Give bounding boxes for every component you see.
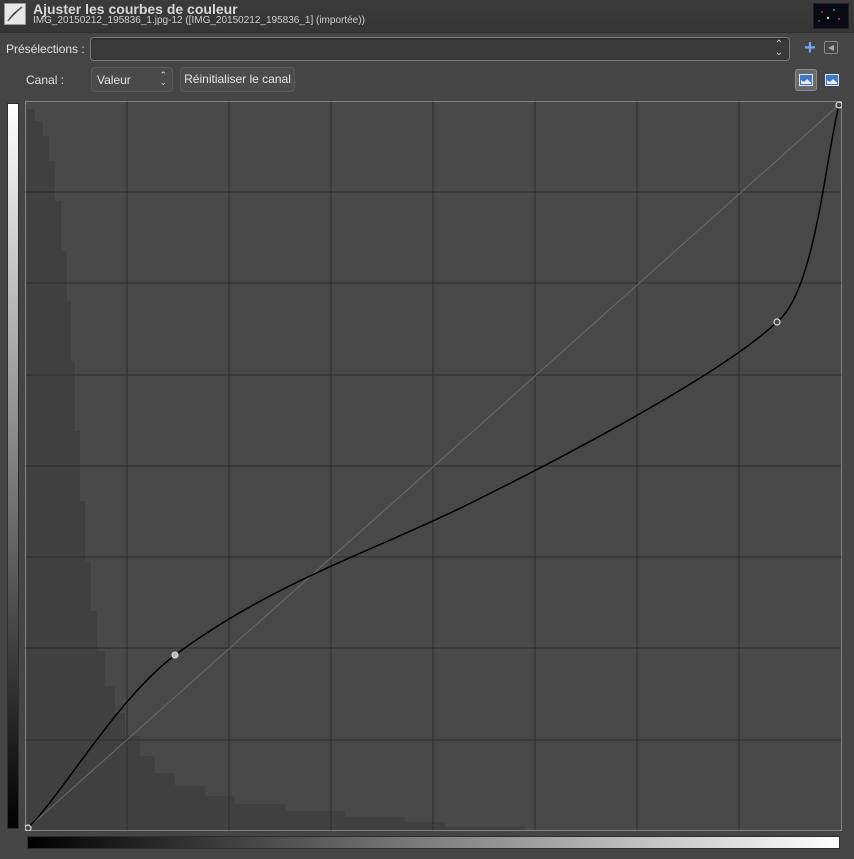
linear-histogram-icon — [799, 74, 813, 86]
dialog-header: Ajuster les courbes de couleur IMG_20150… — [0, 0, 854, 33]
linear-histogram-button[interactable] — [795, 69, 817, 91]
dialog-subtitle: IMG_20150212_195836_1.jpg-12 ([IMG_20150… — [33, 15, 365, 26]
channel-select[interactable]: Valeur ⌃ ⌄ — [91, 67, 173, 92]
channel-label: Canal : — [26, 73, 65, 87]
updown-chevron-icon: ⌃ ⌄ — [774, 39, 783, 58]
curve-control-point[interactable] — [835, 101, 842, 109]
channel-value: Valeur — [97, 73, 131, 87]
plus-icon: + — [804, 37, 816, 59]
presets-combo[interactable]: ⌃ ⌄ — [90, 37, 790, 61]
curve-control-point[interactable] — [171, 651, 179, 659]
tab-menu-icon: ◀ — [827, 43, 835, 52]
add-preset-button[interactable]: + — [800, 38, 820, 58]
log-histogram-button[interactable] — [821, 69, 843, 91]
curve-control-point[interactable] — [25, 824, 32, 831]
curves-tool-icon — [4, 3, 26, 25]
output-gradient-bar — [7, 103, 19, 829]
log-histogram-icon — [825, 74, 839, 86]
input-gradient-bar — [27, 836, 840, 849]
presets-label: Présélections : — [6, 42, 85, 56]
updown-chevron-icon: ⌃ ⌄ — [159, 70, 167, 87]
reset-channel-button[interactable]: Réinitialiser le canal — [180, 67, 295, 92]
tab-menu-button[interactable]: ◀ — [824, 41, 838, 54]
curve-editor[interactable] — [25, 101, 842, 831]
image-thumbnail — [813, 3, 849, 29]
curve-control-point[interactable] — [773, 318, 781, 326]
